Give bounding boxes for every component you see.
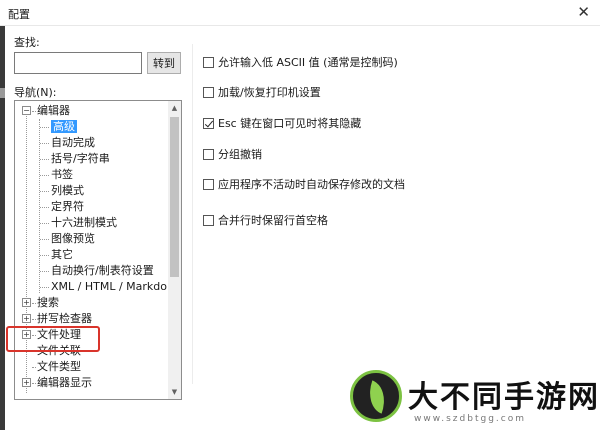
option-label: 合并行时保留行首空格: [218, 214, 328, 227]
tree-connector: [40, 287, 49, 288]
option-label: Esc 键在窗口可见时将其隐藏: [218, 117, 362, 130]
navigation-label: 导航(N):: [14, 86, 57, 99]
tree-connector: [40, 159, 49, 160]
watermark-title: 大不同手游网: [408, 380, 600, 415]
search-input[interactable]: [14, 52, 142, 74]
tree-item-label: 书签: [51, 168, 73, 181]
background-window-edge: [0, 26, 5, 430]
scroll-up-arrow-icon[interactable]: ▲: [168, 101, 181, 115]
tree-item[interactable]: 编辑器显示: [37, 375, 92, 391]
tree-item-label: XML / HTML / Markdow: [51, 280, 167, 293]
tree-item[interactable]: 其它: [51, 247, 73, 263]
annotation-highlight-box: [6, 326, 100, 352]
tree-child-connector: [39, 119, 40, 293]
tree-item-label: 列模式: [51, 184, 84, 197]
expand-plus-icon[interactable]: +: [22, 378, 31, 387]
expand-plus-icon[interactable]: +: [22, 298, 31, 307]
tree-connector: [40, 207, 49, 208]
tree-item-label: 其它: [51, 248, 73, 261]
tree-content: − 编辑器高级自动完成括号/字符串 书签列模式定界符十六进制模式 图像预览其它自动换行…: [15, 101, 167, 399]
title-bar: 配置 ✕: [0, 0, 600, 26]
tree-item[interactable]: XML / HTML / Markdow: [51, 279, 167, 295]
tree-connector: [32, 383, 36, 384]
watermark-logo-icon: [350, 370, 402, 422]
tree-connector: [40, 127, 49, 128]
tree-item[interactable]: 自动完成: [51, 135, 95, 151]
tree-item-label: 括号/字符串: [51, 152, 110, 165]
tree-connector: [32, 319, 36, 320]
tree-item[interactable]: 列模式: [51, 183, 84, 199]
option-label: 允许输入低 ASCII 值 (通常是控制码): [218, 56, 398, 69]
option-printer-settings[interactable]: 加载/恢复打印机设置: [203, 86, 321, 100]
watermark-url: www.szdbtgg.com: [414, 414, 526, 424]
options-panel: 允许输入低 ASCII 值 (通常是控制码) 加载/恢复打印机设置 Esc 键在…: [192, 44, 600, 384]
tree-item-label: 自动换行/制表符设置: [51, 264, 154, 277]
tree-connector: [40, 255, 49, 256]
tree-item-label: 图像预览: [51, 232, 95, 245]
watermark: 大不同手游网 www.szdbtgg.com: [350, 370, 600, 430]
checkbox-checked[interactable]: [203, 118, 214, 129]
tree-item-label: 编辑器显示: [37, 376, 92, 389]
tree-item[interactable]: 书签: [51, 167, 73, 183]
tree-item[interactable]: 自动换行/制表符设置: [51, 263, 154, 279]
tree-item[interactable]: 文件类型: [37, 359, 81, 375]
background-window-mark: [0, 88, 5, 98]
collapse-minus-icon[interactable]: −: [22, 106, 31, 115]
checkbox[interactable]: [203, 87, 214, 98]
tree-item-label: 编辑器: [37, 104, 70, 117]
tree-item[interactable]: 定界符: [51, 199, 84, 215]
option-esc-hide[interactable]: Esc 键在窗口可见时将其隐藏: [203, 117, 361, 131]
tree-item-label: 拼写检查器: [37, 312, 92, 325]
tree-connector: [40, 223, 49, 224]
tree-item[interactable]: 编辑器: [37, 103, 70, 119]
leaf-icon: [362, 380, 392, 414]
checkbox[interactable]: [203, 149, 214, 160]
tree-item[interactable]: 拼写检查器: [37, 311, 92, 327]
tree-connector: [32, 303, 36, 304]
option-group-undo[interactable]: 分组撤销: [203, 148, 262, 162]
tree-connector: [40, 143, 49, 144]
tree-item-label: 定界符: [51, 200, 84, 213]
tree-connector: [40, 239, 49, 240]
tree-item-label: 文件类型: [37, 360, 81, 373]
close-icon[interactable]: ✕: [577, 3, 590, 21]
tree-connector: [40, 191, 49, 192]
search-label: 查找:: [14, 36, 40, 49]
option-autosave-inactive[interactable]: 应用程序不活动时自动保存修改的文档: [203, 178, 405, 192]
tree-connector: [32, 111, 36, 112]
option-keep-leading-spaces[interactable]: 合并行时保留行首空格: [203, 214, 328, 228]
option-low-ascii[interactable]: 允许输入低 ASCII 值 (通常是控制码): [203, 56, 398, 70]
tree-connector: [32, 367, 36, 368]
tree-item[interactable]: 括号/字符串: [51, 151, 110, 167]
tree-connector: [40, 175, 49, 176]
option-label: 分组撤销: [218, 148, 262, 161]
tree-item[interactable]: 搜索: [37, 295, 59, 311]
checkbox[interactable]: [203, 57, 214, 68]
scroll-thumb[interactable]: [170, 117, 179, 277]
window-title: 配置: [8, 8, 30, 21]
tree-item[interactable]: 图像预览: [51, 231, 95, 247]
option-label: 加载/恢复打印机设置: [218, 86, 321, 99]
navigation-tree[interactable]: − 编辑器高级自动完成括号/字符串 书签列模式定界符十六进制模式 图像预览其它自动换行…: [14, 100, 182, 400]
checkbox[interactable]: [203, 179, 214, 190]
tree-item[interactable]: 十六进制模式: [51, 215, 117, 231]
checkbox[interactable]: [203, 215, 214, 226]
expand-plus-icon[interactable]: +: [22, 314, 31, 323]
tree-item-label: 高级: [51, 120, 77, 133]
tree-item-label: 搜索: [37, 296, 59, 309]
option-label: 应用程序不活动时自动保存修改的文档: [218, 178, 405, 191]
tree-connector: [40, 271, 49, 272]
tree-item[interactable]: 高级: [51, 119, 77, 135]
tree-scrollbar[interactable]: ▲ ▼: [168, 101, 181, 399]
scroll-down-arrow-icon[interactable]: ▼: [168, 385, 181, 399]
tree-item-label: 十六进制模式: [51, 216, 117, 229]
tree-item-label: 自动完成: [51, 136, 95, 149]
goto-button[interactable]: 转到: [147, 52, 181, 74]
